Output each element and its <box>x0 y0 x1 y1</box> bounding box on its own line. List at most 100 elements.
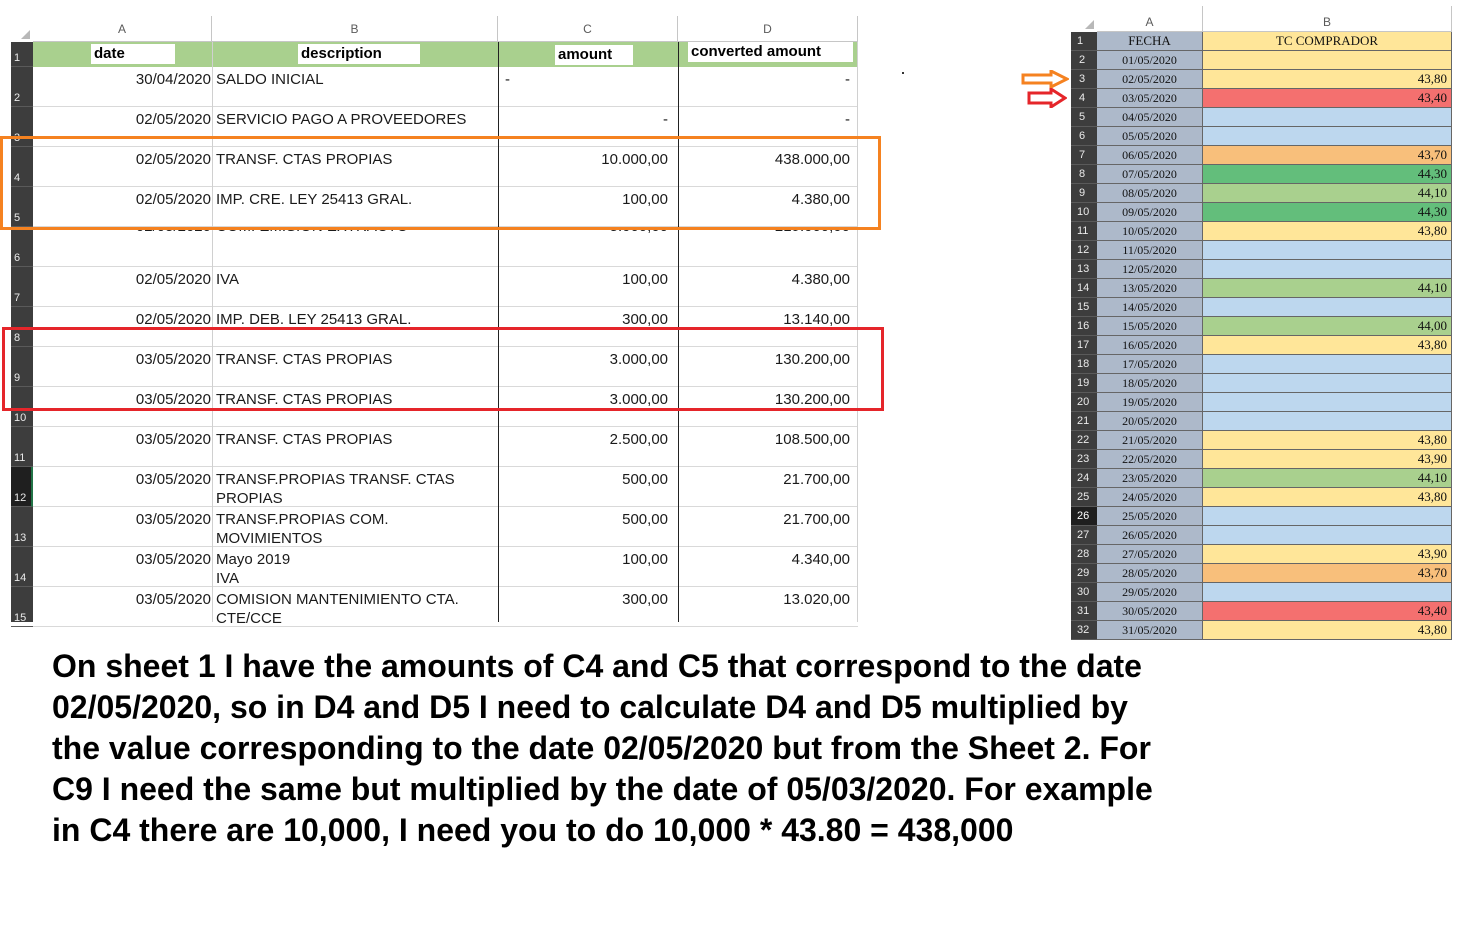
amount-cell[interactable]: 500,00 <box>498 510 668 529</box>
row-header[interactable]: 7 <box>1071 146 1097 165</box>
tc-comprador-cell[interactable]: 43,90 <box>1203 545 1452 564</box>
tc-comprador-cell[interactable]: 43,80 <box>1203 70 1452 89</box>
amount-cell[interactable]: - <box>498 110 668 129</box>
converted-amount-cell[interactable]: 21.700,00 <box>678 470 850 489</box>
row-header[interactable]: 5 <box>1071 108 1097 127</box>
tc-comprador-cell[interactable]: 44,30 <box>1203 203 1452 222</box>
row-header[interactable]: 10 <box>1071 203 1097 222</box>
header-fecha[interactable]: FECHA <box>1097 32 1203 51</box>
row-header[interactable]: 14 <box>1071 279 1097 298</box>
row-header[interactable]: 17 <box>1071 336 1097 355</box>
fecha-cell[interactable]: 10/05/2020 <box>1097 222 1203 241</box>
tc-comprador-cell[interactable]: 43,80 <box>1203 336 1452 355</box>
tc-comprador-cell[interactable]: 43,70 <box>1203 564 1452 583</box>
tc-comprador-cell[interactable]: 44,10 <box>1203 279 1452 298</box>
tc-comprador-cell[interactable] <box>1203 51 1452 70</box>
fecha-cell[interactable]: 20/05/2020 <box>1097 412 1203 431</box>
fecha-cell[interactable]: 11/05/2020 <box>1097 241 1203 260</box>
column-header-d[interactable]: D <box>678 16 858 42</box>
date-cell[interactable]: 03/05/2020 <box>33 510 211 529</box>
tc-comprador-cell[interactable] <box>1203 108 1452 127</box>
row-header[interactable]: 20 <box>1071 393 1097 412</box>
row-header[interactable]: 15 <box>11 587 33 627</box>
description-cell[interactable]: TRANSF. CTAS PROPIAS <box>216 430 496 449</box>
date-cell[interactable]: 03/05/2020 <box>33 550 211 569</box>
fecha-cell[interactable]: 01/05/2020 <box>1097 51 1203 70</box>
fecha-cell[interactable]: 29/05/2020 <box>1097 583 1203 602</box>
row-header[interactable]: 13 <box>11 507 33 547</box>
column-header-c[interactable]: C <box>498 16 678 42</box>
fecha-cell[interactable]: 07/05/2020 <box>1097 165 1203 184</box>
fecha-cell[interactable]: 14/05/2020 <box>1097 298 1203 317</box>
column-header-a[interactable]: A <box>1097 6 1203 32</box>
tc-comprador-cell[interactable] <box>1203 374 1452 393</box>
row-header[interactable]: 1 <box>11 42 33 67</box>
row-header[interactable]: 12 <box>1071 241 1097 260</box>
row-header[interactable]: 2 <box>11 67 33 107</box>
row-header[interactable]: 18 <box>1071 355 1097 374</box>
row-header[interactable]: 31 <box>1071 602 1097 621</box>
tc-comprador-cell[interactable] <box>1203 298 1452 317</box>
fecha-cell[interactable]: 02/05/2020 <box>1097 70 1203 89</box>
tc-comprador-cell[interactable]: 44,10 <box>1203 469 1452 488</box>
date-cell[interactable]: 02/05/2020 <box>33 110 211 129</box>
date-cell[interactable]: 03/05/2020 <box>33 590 211 609</box>
fecha-cell[interactable]: 04/05/2020 <box>1097 108 1203 127</box>
column-header-b[interactable]: B <box>1203 6 1452 32</box>
tc-comprador-cell[interactable]: 43,80 <box>1203 222 1452 241</box>
fecha-cell[interactable]: 30/05/2020 <box>1097 602 1203 621</box>
row-header[interactable]: 23 <box>1071 450 1097 469</box>
description-cell[interactable]: COMISION MANTENIMIENTO CTA. CTE/CCE <box>216 590 496 628</box>
row-header[interactable]: 25 <box>1071 488 1097 507</box>
date-cell[interactable]: 03/05/2020 <box>33 430 211 449</box>
tc-comprador-cell[interactable]: 43,70 <box>1203 146 1452 165</box>
tc-comprador-cell[interactable] <box>1203 507 1452 526</box>
amount-cell[interactable]: 500,00 <box>498 470 668 489</box>
fecha-cell[interactable]: 12/05/2020 <box>1097 260 1203 279</box>
tc-comprador-cell[interactable] <box>1203 412 1452 431</box>
header-description[interactable]: description <box>298 44 420 64</box>
tc-comprador-cell[interactable]: 44,00 <box>1203 317 1452 336</box>
row-header[interactable]: 13 <box>1071 260 1097 279</box>
fecha-cell[interactable]: 08/05/2020 <box>1097 184 1203 203</box>
row-header[interactable]: 32 <box>1071 621 1097 640</box>
tc-comprador-cell[interactable] <box>1203 355 1452 374</box>
row-header[interactable]: 1 <box>1071 32 1097 51</box>
tc-comprador-cell[interactable]: 43,90 <box>1203 450 1452 469</box>
fecha-cell[interactable]: 27/05/2020 <box>1097 545 1203 564</box>
row-header[interactable]: 24 <box>1071 469 1097 488</box>
tc-comprador-cell[interactable] <box>1203 526 1452 545</box>
fecha-cell[interactable]: 03/05/2020 <box>1097 89 1203 108</box>
row-header[interactable]: 8 <box>1071 165 1097 184</box>
converted-amount-cell[interactable]: - <box>678 70 850 89</box>
description-cell[interactable]: IVA <box>216 270 496 289</box>
row-header[interactable]: 27 <box>1071 526 1097 545</box>
fecha-cell[interactable]: 25/05/2020 <box>1097 507 1203 526</box>
fecha-cell[interactable]: 28/05/2020 <box>1097 564 1203 583</box>
header-tc-comprador[interactable]: TC COMPRADOR <box>1203 32 1452 51</box>
tc-comprador-cell[interactable]: 43,80 <box>1203 431 1452 450</box>
fecha-cell[interactable]: 22/05/2020 <box>1097 450 1203 469</box>
row-header[interactable]: 14 <box>11 547 33 587</box>
row-header[interactable]: 29 <box>1071 564 1097 583</box>
converted-amount-cell[interactable]: 21.700,00 <box>678 510 850 529</box>
converted-amount-cell[interactable]: 13.020,00 <box>678 590 850 609</box>
tc-comprador-cell[interactable]: 44,10 <box>1203 184 1452 203</box>
row-header[interactable]: 11 <box>1071 222 1097 241</box>
header-amount[interactable]: amount <box>555 45 633 65</box>
row-header[interactable]: 3 <box>1071 70 1097 89</box>
converted-amount-cell[interactable]: 108.500,00 <box>678 430 850 449</box>
row-header[interactable]: 28 <box>1071 545 1097 564</box>
converted-amount-cell[interactable]: - <box>678 110 850 129</box>
row-header[interactable]: 11 <box>11 427 33 467</box>
header-converted-amount[interactable]: converted amount <box>688 42 853 62</box>
row-header[interactable]: 26 <box>1071 507 1097 526</box>
tc-comprador-cell[interactable]: 44,30 <box>1203 165 1452 184</box>
header-date[interactable]: date <box>91 44 175 64</box>
row-header[interactable]: 9 <box>1071 184 1097 203</box>
amount-cell[interactable]: 100,00 <box>498 550 668 569</box>
fecha-cell[interactable]: 09/05/2020 <box>1097 203 1203 222</box>
tc-comprador-cell[interactable] <box>1203 241 1452 260</box>
fecha-cell[interactable]: 05/05/2020 <box>1097 127 1203 146</box>
fecha-cell[interactable]: 19/05/2020 <box>1097 393 1203 412</box>
